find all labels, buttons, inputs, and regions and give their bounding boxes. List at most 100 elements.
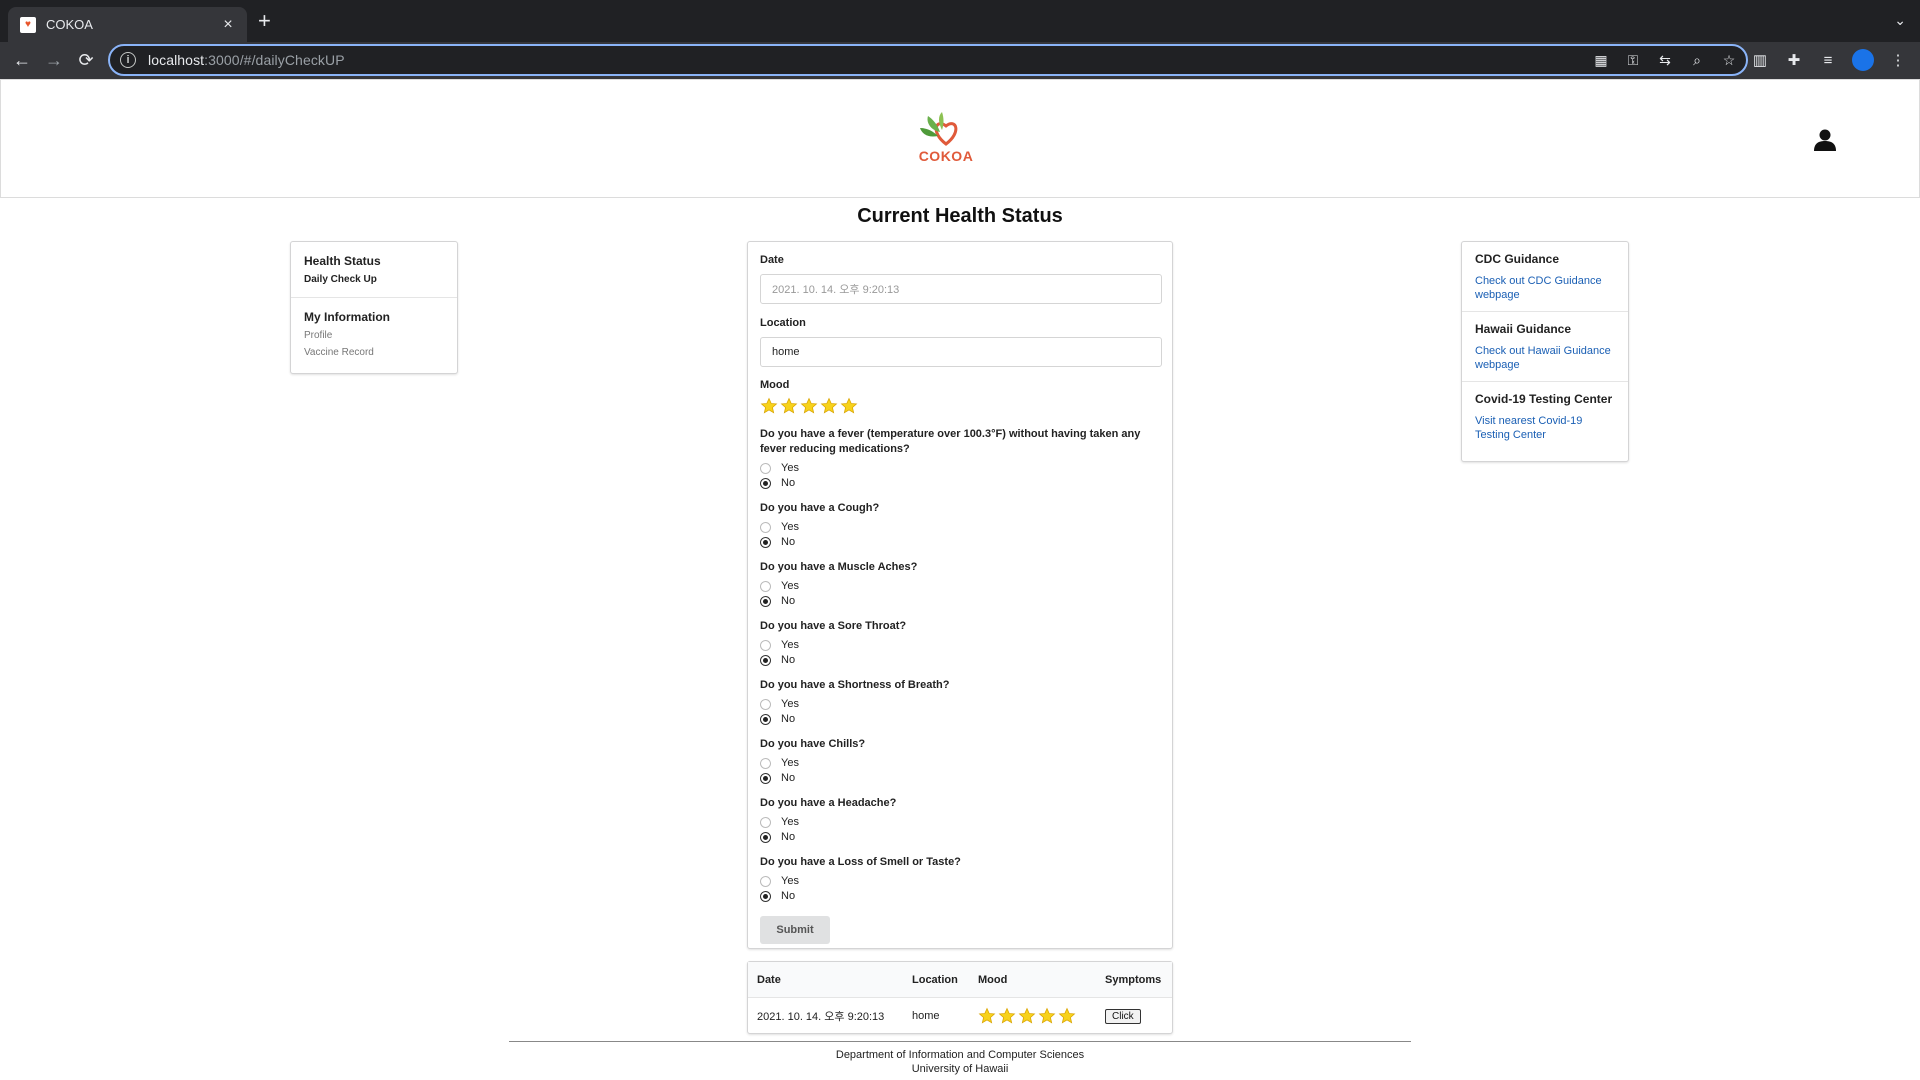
radio-button[interactable] (760, 536, 771, 548)
radio-button[interactable] (760, 477, 771, 489)
radio-button[interactable] (760, 698, 771, 710)
radio-button[interactable] (760, 639, 771, 651)
radio-no[interactable]: No (760, 890, 1160, 902)
radio-no[interactable]: No (760, 831, 1160, 843)
radio-label: Yes (781, 875, 799, 887)
column-header-symptoms: Symptoms (1105, 974, 1162, 986)
star-icon[interactable] (800, 397, 818, 415)
question-loss-of-smell: Do you have a Loss of Smell or Taste? Ye… (760, 855, 1160, 902)
new-tab-plus-icon[interactable]: + (258, 10, 271, 32)
reload-icon[interactable]: ⟳ (74, 48, 98, 72)
zoom-icon[interactable]: ⌕ (1688, 50, 1706, 70)
star-icon[interactable] (760, 397, 778, 415)
checkup-history-table: Date Location Mood Symptoms 2021. 10. 14… (747, 961, 1173, 1034)
extension-icon[interactable]: ▥ (1750, 48, 1770, 72)
radio-yes[interactable]: Yes (760, 698, 1160, 710)
radio-yes[interactable]: Yes (760, 521, 1160, 533)
radio-button[interactable] (760, 654, 771, 666)
radio-button[interactable] (760, 757, 771, 769)
radio-button[interactable] (760, 521, 771, 533)
radio-button[interactable] (760, 890, 771, 902)
qr-code-icon[interactable]: ▦ (1592, 50, 1610, 70)
mood-label: Mood (760, 379, 790, 391)
footer-university: University of Hawaii (911, 1063, 1009, 1075)
cell-mood-rating (978, 998, 1076, 1034)
cokoa-logo[interactable]: COKOA (916, 112, 976, 168)
radio-yes[interactable]: Yes (760, 816, 1160, 828)
mood-rating[interactable] (760, 397, 1160, 415)
omnibox-actions: ▦ ⚿ ⇆ ⌕ ☆ (1592, 50, 1738, 70)
close-icon[interactable]: × (219, 16, 237, 34)
extension-area: ▥ ✚ ≡ ⋮ (1750, 48, 1908, 72)
puzzle-icon[interactable]: ✚ (1784, 48, 1804, 72)
radio-yes[interactable]: Yes (760, 757, 1160, 769)
radio-no[interactable]: No (760, 772, 1160, 784)
radio-no[interactable]: No (760, 654, 1160, 666)
logo-text: COKOA (918, 148, 974, 164)
radio-no[interactable]: No (760, 536, 1160, 548)
question-chills: Do you have Chills? Yes No (760, 737, 1160, 784)
radio-yes[interactable]: Yes (760, 580, 1160, 592)
date-field[interactable]: 2021. 10. 14. 오후 9:20:13 (760, 274, 1162, 304)
star-icon[interactable] (780, 397, 798, 415)
site-info-icon[interactable]: i (120, 52, 136, 68)
question-text: Do you have a fever (temperature over 10… (760, 428, 1141, 455)
star-icon[interactable] (820, 397, 838, 415)
browser-tab[interactable]: ♥ COKOA × (8, 7, 247, 42)
menu-header[interactable]: Health Status (304, 254, 444, 268)
cdc-guidance-header: CDC Guidance (1475, 252, 1560, 266)
radio-yes[interactable]: Yes (760, 639, 1160, 651)
menu-item-vaccine-record[interactable]: Vaccine Record (304, 347, 444, 358)
profile-avatar-icon[interactable] (1852, 49, 1874, 71)
menu-item-profile[interactable]: Profile (304, 330, 444, 341)
radio-button[interactable] (760, 462, 771, 474)
submit-button[interactable]: Submit (760, 916, 830, 944)
radio-no[interactable]: No (760, 595, 1160, 607)
radio-label: Yes (781, 816, 799, 828)
tab-title: COKOA (46, 17, 93, 32)
browser-tab-bar: ♥ COKOA × + ⌄ (0, 0, 1920, 42)
radio-no[interactable]: No (760, 477, 1160, 489)
forward-arrow-icon[interactable]: → (42, 48, 66, 72)
daily-checkup-form: Date 2021. 10. 14. 오후 9:20:13 Location h… (747, 241, 1173, 949)
key-icon[interactable]: ⚿ (1624, 50, 1642, 70)
location-input[interactable]: home (760, 337, 1162, 367)
bookmark-star-icon[interactable]: ☆ (1720, 50, 1738, 70)
radio-no[interactable]: No (760, 713, 1160, 725)
left-menu: Health Status Daily Check Up My Informat… (290, 241, 458, 374)
radio-button[interactable] (760, 816, 771, 828)
radio-button[interactable] (760, 580, 771, 592)
radio-button[interactable] (760, 875, 771, 887)
radio-button[interactable] (760, 595, 771, 607)
star-icon (1038, 1007, 1056, 1024)
media-queue-icon[interactable]: ≡ (1818, 48, 1838, 72)
address-bar[interactable]: i localhost:3000/#/dailyCheckUP ▦ ⚿ ⇆ ⌕ … (108, 44, 1748, 76)
date-label: Date (760, 254, 784, 266)
radio-button[interactable] (760, 831, 771, 843)
back-arrow-icon[interactable]: ← (10, 48, 34, 72)
menu-header[interactable]: My Information (304, 310, 444, 324)
url-text: localhost:3000/#/dailyCheckUP (148, 52, 345, 68)
menu-item-daily-check-up[interactable]: Daily Check Up (304, 274, 444, 285)
mood-stars (978, 1007, 1076, 1025)
radio-button[interactable] (760, 713, 771, 725)
radio-label: Yes (781, 698, 799, 710)
radio-label: Yes (781, 757, 799, 769)
tab-search-chevron-icon[interactable]: ⌄ (1894, 12, 1906, 29)
radio-yes[interactable]: Yes (760, 462, 1160, 474)
hawaii-guidance-group: Hawaii Guidance Check out Hawaii Guidanc… (1462, 311, 1628, 381)
symptoms-click-button[interactable]: Click (1105, 1008, 1141, 1024)
location-label: Location (760, 317, 806, 329)
user-icon[interactable] (1813, 128, 1837, 152)
hawaii-guidance-link[interactable]: Check out Hawaii Guidance webpage (1475, 344, 1615, 372)
radio-yes[interactable]: Yes (760, 875, 1160, 887)
kebab-menu-icon[interactable]: ⋮ (1888, 48, 1908, 72)
cdc-guidance-link[interactable]: Check out CDC Guidance webpage (1475, 274, 1615, 302)
star-icon[interactable] (840, 397, 858, 415)
question-text: Do you have a Sore Throat? (760, 620, 907, 632)
testing-center-group: Covid-19 Testing Center Visit nearest Co… (1462, 381, 1628, 451)
translate-icon[interactable]: ⇆ (1656, 50, 1674, 70)
testing-center-link[interactable]: Visit nearest Covid-19 Testing Center (1475, 414, 1615, 442)
radio-button[interactable] (760, 772, 771, 784)
radio-label: No (781, 713, 796, 725)
